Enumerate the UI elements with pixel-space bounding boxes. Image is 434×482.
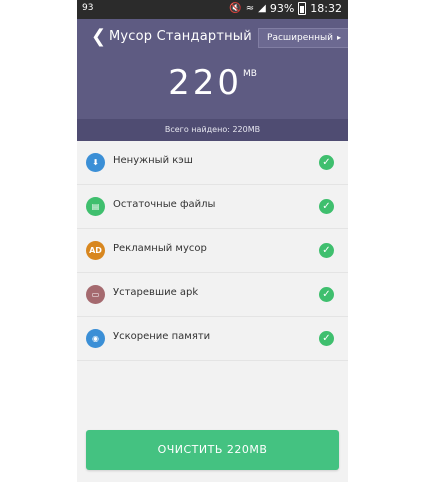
list-item-obsolete-apk[interactable]: ▭ Устаревшие apk ✓: [77, 273, 348, 317]
folder-icon: ▭: [86, 285, 105, 304]
notification-indicator: 93: [82, 3, 94, 13]
check-icon[interactable]: ✓: [319, 199, 334, 214]
junk-size-display: 220MB: [77, 63, 348, 103]
mute-icon: 🔇: [229, 2, 242, 14]
wifi-icon: ≈: [245, 2, 255, 14]
back-arrow-icon[interactable]: ❮: [91, 28, 106, 46]
memory-icon: ◉: [86, 329, 105, 348]
header: ❮ Мусор Стандартный Расширенный ▸ 220MB В…: [77, 19, 348, 141]
list-item-ad-junk[interactable]: AD Рекламный мусор ✓: [77, 229, 348, 273]
list-item-memory-boost[interactable]: ◉ Ускорение памяти ✓: [77, 317, 348, 361]
check-icon[interactable]: ✓: [319, 331, 334, 346]
page-title: Мусор Стандартный: [109, 29, 252, 44]
advanced-mode-label: Расширенный: [267, 33, 333, 43]
list-item-label: Остаточные файлы: [113, 199, 216, 210]
list-item-label: Рекламный мусор: [113, 243, 207, 254]
list-item-cache[interactable]: ⬇ Ненужный кэш ✓: [77, 141, 348, 185]
status-icons: 🔇 ≈ ◢ 93% 18:32: [229, 2, 342, 15]
junk-size-value: 220: [168, 63, 242, 103]
check-icon[interactable]: ✓: [319, 287, 334, 302]
check-icon[interactable]: ✓: [319, 243, 334, 258]
advanced-mode-button[interactable]: Расширенный ▸: [258, 28, 348, 48]
app-screen: 93 🔇 ≈ ◢ 93% 18:32 ❮ Мусор Стандартный Р…: [77, 0, 348, 482]
download-icon: ⬇: [86, 153, 105, 172]
list-item-label: Ускорение памяти: [113, 331, 211, 342]
battery-percent: 93%: [269, 2, 295, 15]
status-bar: 93 🔇 ≈ ◢ 93% 18:32: [77, 0, 348, 19]
ad-icon: AD: [86, 241, 105, 260]
signal-icon: ◢: [258, 2, 266, 14]
junk-category-list: ⬇ Ненужный кэш ✓ ▤ Остаточные файлы ✓ AD…: [77, 141, 348, 361]
clean-button[interactable]: ОЧИСТИТЬ 220MB: [86, 430, 339, 470]
junk-size-unit: MB: [242, 69, 257, 79]
clock: 18:32: [310, 2, 342, 15]
total-found-text: Всего найдено: 220MB: [77, 119, 348, 141]
chevron-right-icon: ▸: [336, 33, 341, 42]
document-icon: ▤: [86, 197, 105, 216]
battery-icon: [298, 2, 307, 15]
check-icon[interactable]: ✓: [319, 155, 334, 170]
list-item-residual-files[interactable]: ▤ Остаточные файлы ✓: [77, 185, 348, 229]
list-item-label: Устаревшие apk: [113, 287, 199, 298]
list-item-label: Ненужный кэш: [113, 155, 193, 166]
